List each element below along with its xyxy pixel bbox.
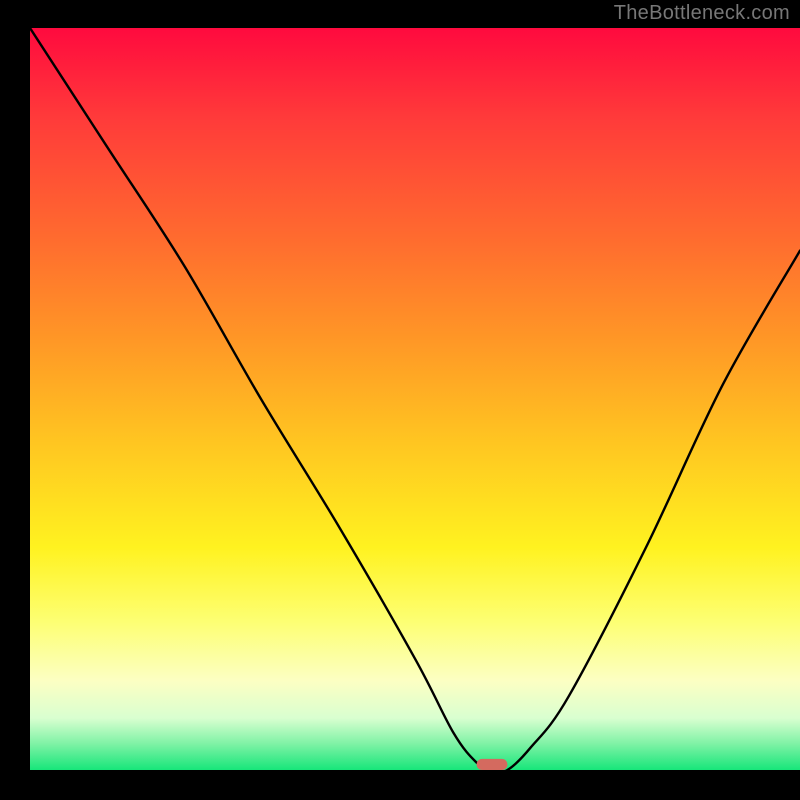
plot-area — [30, 28, 800, 770]
watermark-text: TheBottleneck.com — [614, 2, 790, 25]
chart-svg — [30, 28, 800, 770]
bottleneck-curve — [30, 28, 800, 770]
optimal-marker — [477, 759, 508, 770]
chart-frame: TheBottleneck.com — [0, 0, 800, 800]
